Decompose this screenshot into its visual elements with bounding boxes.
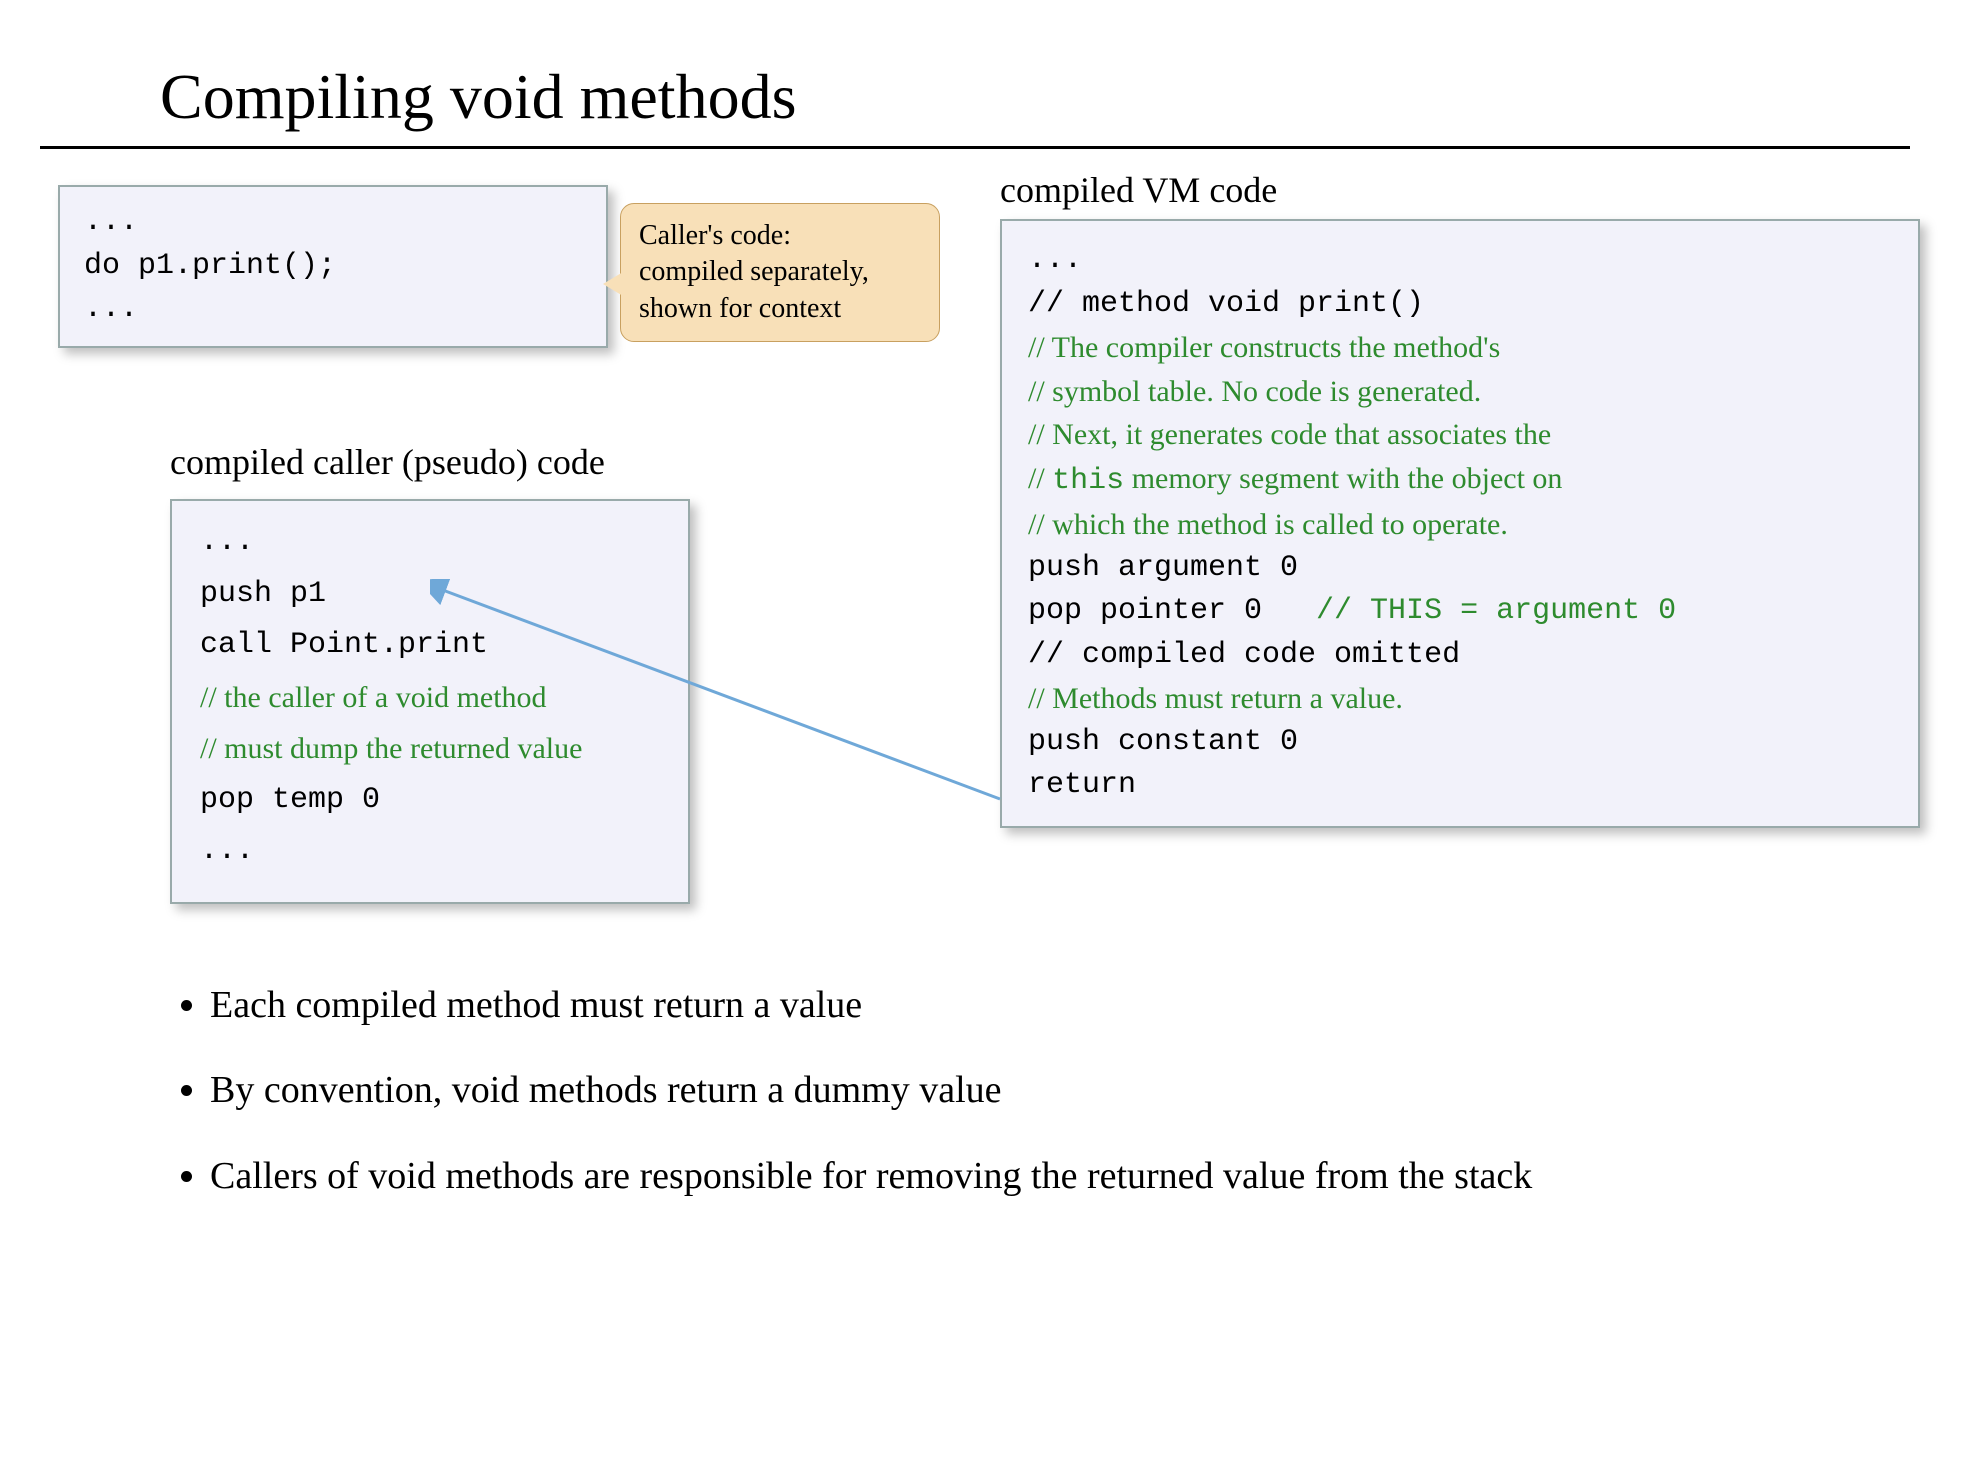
code-line: push p1 — [200, 573, 660, 617]
code-line: push argument 0 — [1028, 547, 1892, 591]
vm-code-box: ... // method void print() // The compil… — [1000, 219, 1920, 828]
callout-line: shown for context — [639, 291, 921, 327]
callout-line: compiled separately, — [639, 254, 921, 290]
bullet-item: Each compiled method must return a value — [210, 980, 1890, 1031]
code-line: // method void print() — [1028, 283, 1892, 327]
pseudo-code-box: ... push p1 call Point.print // the call… — [170, 499, 690, 904]
code-line: return — [1028, 764, 1892, 808]
code-line: ... — [1028, 239, 1892, 283]
code-line: do p1.print(); — [84, 245, 582, 289]
comment-line: // Methods must return a value. — [1028, 677, 1892, 721]
code-line: ... — [200, 521, 660, 565]
callout-bubble: Caller's code: compiled separately, show… — [620, 203, 940, 342]
bullet-item: By convention, void methods return a dum… — [210, 1065, 1890, 1116]
code-line: pop temp 0 — [200, 779, 660, 823]
comment-line: // must dump the returned value — [200, 727, 660, 771]
comment-line: // the caller of a void method — [200, 676, 660, 720]
code-line: ... — [84, 288, 582, 332]
comment-line: // The compiler constructs the method's — [1028, 326, 1892, 370]
vm-label: compiled VM code — [1000, 169, 1277, 211]
code-line: // compiled code omitted — [1028, 634, 1892, 678]
code-line: ... — [200, 830, 660, 874]
slide-title: Compiling void methods — [40, 60, 1910, 149]
bullet-list: Each compiled method must return a value… — [210, 980, 1890, 1236]
comment-line: // this memory segment with the object o… — [1028, 457, 1892, 504]
bullet-item: Callers of void methods are responsible … — [210, 1151, 1890, 1202]
comment-line: // Next, it generates code that associat… — [1028, 413, 1892, 457]
pseudo-label: compiled caller (pseudo) code — [170, 441, 605, 483]
code-line: pop pointer 0 // THIS = argument 0 — [1028, 590, 1892, 634]
comment-line: // symbol table. No code is generated. — [1028, 370, 1892, 414]
comment-line: // which the method is called to operate… — [1028, 503, 1892, 547]
code-line: push constant 0 — [1028, 721, 1892, 765]
caller-source-box: ... do p1.print(); ... — [58, 185, 608, 348]
code-line: call Point.print — [200, 624, 660, 668]
callout-line: Caller's code: — [639, 218, 921, 254]
code-line: ... — [84, 201, 582, 245]
slide-content: ... do p1.print(); ... Caller's code: co… — [40, 179, 1930, 1079]
